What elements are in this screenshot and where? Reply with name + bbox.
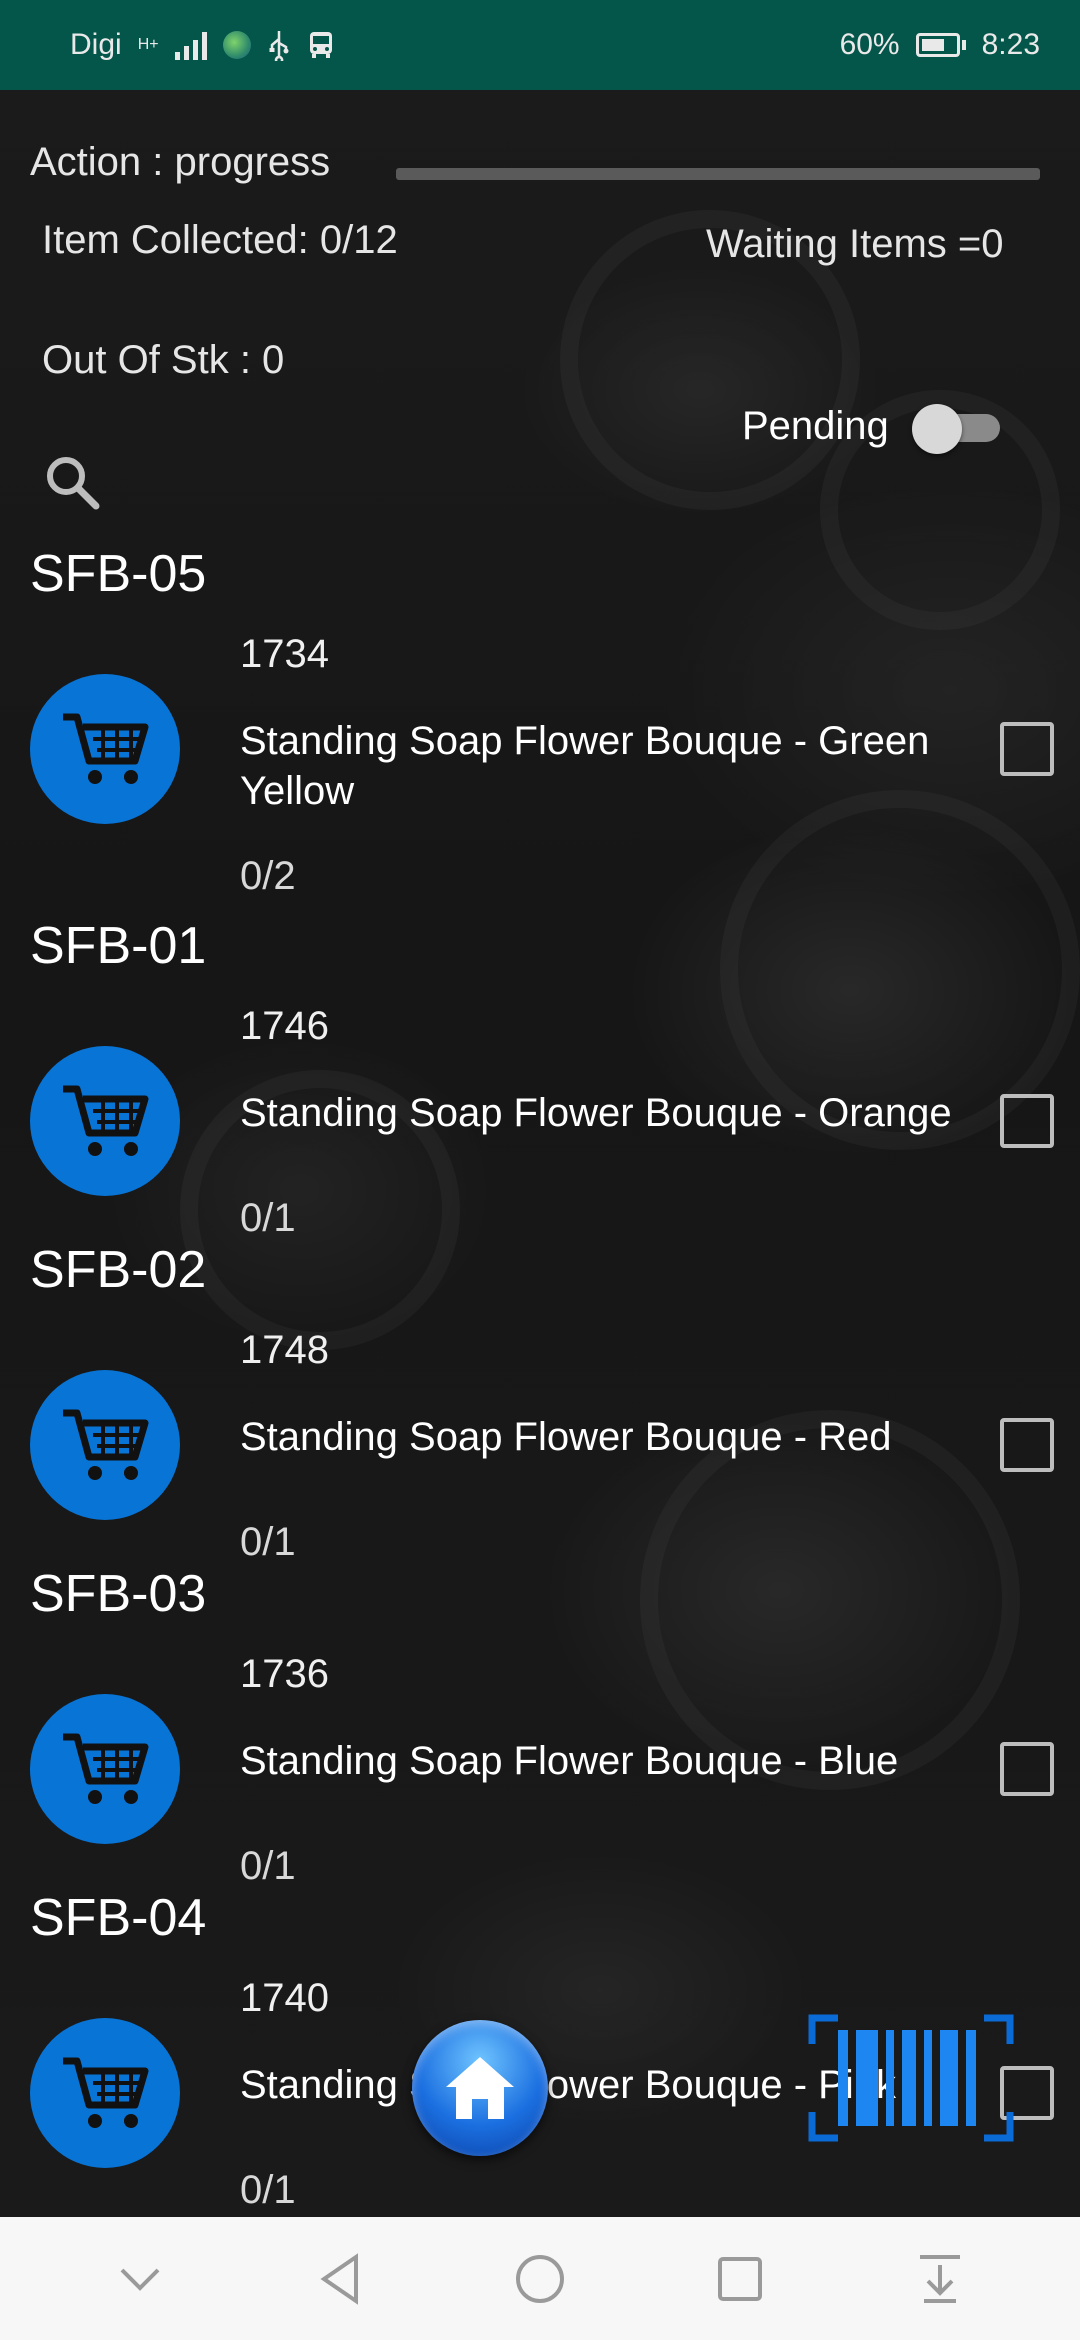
home-button[interactable]	[412, 2020, 548, 2156]
nav-notifications-button[interactable]	[900, 2239, 980, 2319]
battery-percent: 60%	[839, 28, 900, 61]
items-collected: Item Collected: 0/12	[42, 218, 398, 262]
signal-icon	[174, 30, 207, 60]
item-code: 1736	[240, 1652, 329, 1696]
home-icon	[446, 2057, 514, 2119]
network-type: H+	[137, 36, 159, 53]
back-triangle-icon	[320, 2252, 358, 2305]
bus-icon	[309, 32, 332, 58]
waiting-items: Waiting Items =0	[706, 222, 1004, 266]
clock: 8:23	[981, 28, 1040, 61]
search-icon	[47, 457, 100, 510]
recents-square-icon	[718, 2256, 762, 2301]
item-quantity: 0/1	[240, 1844, 296, 1888]
status-bar: Digi H+ 60% 8:23	[0, 0, 1080, 90]
background-ornament	[640, 1410, 1020, 1790]
item-quantity: 0/1	[240, 2168, 296, 2212]
status-right: 60% 8:23	[840, 28, 1040, 62]
barcode-scan-button[interactable]	[808, 2014, 1014, 2142]
pull-down-icon	[920, 2254, 960, 2303]
item-checkbox[interactable]	[1000, 1094, 1054, 1148]
toggle-thumb	[912, 404, 962, 454]
shopping-cart-icon	[63, 1733, 149, 1804]
item-cart-button[interactable]	[30, 674, 180, 824]
item-name: Standing Soap Flower Bouque - Green Yell…	[240, 719, 930, 813]
nav-collapse-button[interactable]	[100, 2239, 180, 2319]
carrier-label: Digi	[70, 28, 122, 61]
barcode-scanner-icon	[808, 2014, 1014, 2142]
item-checkbox[interactable]	[1000, 1742, 1054, 1796]
section-location: SFB-02	[30, 1241, 207, 1299]
shopping-cart-icon	[63, 1085, 149, 1156]
nav-back-button[interactable]	[300, 2239, 380, 2319]
item-name: Standing Soap Flower Bouque - Orange	[240, 1091, 952, 1135]
section-location: SFB-03	[30, 1565, 207, 1623]
item-quantity: 0/1	[240, 1520, 296, 1564]
battery-icon	[915, 33, 966, 57]
section-location: SFB-04	[30, 1889, 207, 1947]
item-code: 1740	[240, 1976, 329, 2020]
chevron-down-icon	[120, 2268, 160, 2291]
section-location: SFB-05	[30, 545, 207, 603]
nav-recents-button[interactable]	[700, 2239, 780, 2319]
shopping-cart-icon	[63, 713, 149, 784]
pending-toggle[interactable]	[908, 398, 1004, 454]
item-code: 1748	[240, 1328, 329, 1372]
usb-icon	[269, 31, 289, 61]
nav-home-button[interactable]	[500, 2239, 580, 2319]
section-location: SFB-01	[30, 917, 207, 975]
item-quantity: 0/1	[240, 1196, 296, 1240]
item-name: Standing Soap Flower Bouque - Red	[240, 1415, 892, 1459]
item-cart-button[interactable]	[30, 1046, 180, 1196]
item-checkbox[interactable]	[1000, 722, 1054, 776]
search-button[interactable]	[40, 450, 104, 514]
item-cart-button[interactable]	[30, 2018, 180, 2168]
status-left: Digi H+	[70, 28, 335, 62]
system-nav-bar	[0, 2217, 1080, 2340]
action-progress-bar	[396, 168, 1040, 180]
item-cart-button[interactable]	[30, 1370, 180, 1520]
shopping-cart-icon	[63, 2057, 149, 2128]
item-code: 1734	[240, 632, 329, 676]
item-quantity: 0/2	[240, 854, 296, 898]
item-name: Standing Soap Flower Bouque - Blue	[240, 1739, 899, 1783]
item-code: 1746	[240, 1004, 329, 1048]
shopping-cart-icon	[63, 1409, 149, 1480]
out-of-stock-count: Out Of Stk : 0	[42, 338, 285, 382]
home-circle-icon	[516, 2254, 564, 2303]
item-cart-button[interactable]	[30, 1694, 180, 1844]
pending-label: Pending	[742, 404, 889, 448]
action-status: Action : progress	[30, 140, 331, 184]
globe-app-icon	[222, 31, 251, 59]
item-checkbox[interactable]	[1000, 1418, 1054, 1472]
